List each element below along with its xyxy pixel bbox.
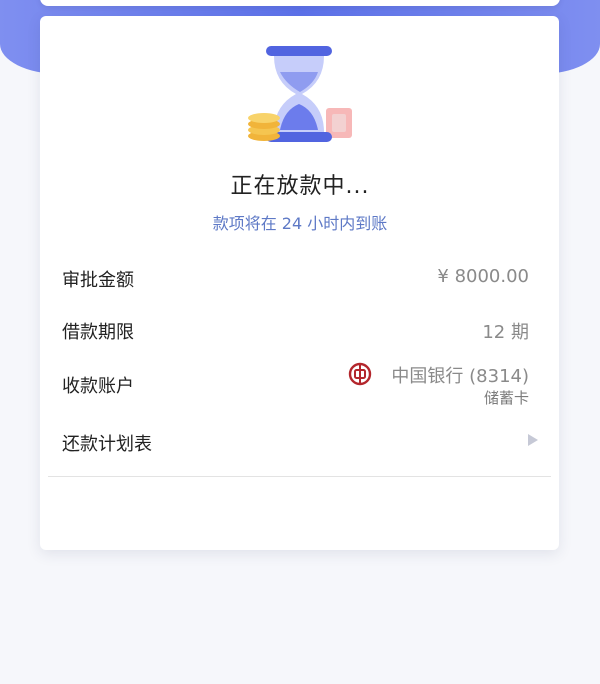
status-title: 正在放款中... [230, 174, 370, 199]
approved-amount-label: 审批金额 [62, 270, 134, 291]
bank-of-china-logo-icon [348, 362, 372, 386]
status-subtitle: 款项将在 24 小时内到账 [212, 214, 388, 233]
receiving-account-label: 收款账户 [62, 376, 134, 397]
loan-status-screen: 正在放款中... 款项将在 24 小时内到账 审批金额 ¥ 8000.00 借款… [0, 0, 600, 684]
loan-term-label: 借款期限 [62, 322, 134, 343]
approved-amount-value: ¥ 8000.00 [437, 266, 529, 287]
bank-name-value: 中国银行 (8314) [391, 366, 529, 387]
repayment-plan-row[interactable]: 还款计划表 [62, 430, 152, 456]
card-type-value: 储蓄卡 [483, 389, 529, 407]
divider [48, 476, 551, 477]
loan-term-value: 12 期 [482, 322, 529, 343]
top-card-edge [40, 0, 560, 6]
hourglass-icon [248, 46, 352, 142]
chevron-right-icon[interactable] [527, 433, 539, 447]
